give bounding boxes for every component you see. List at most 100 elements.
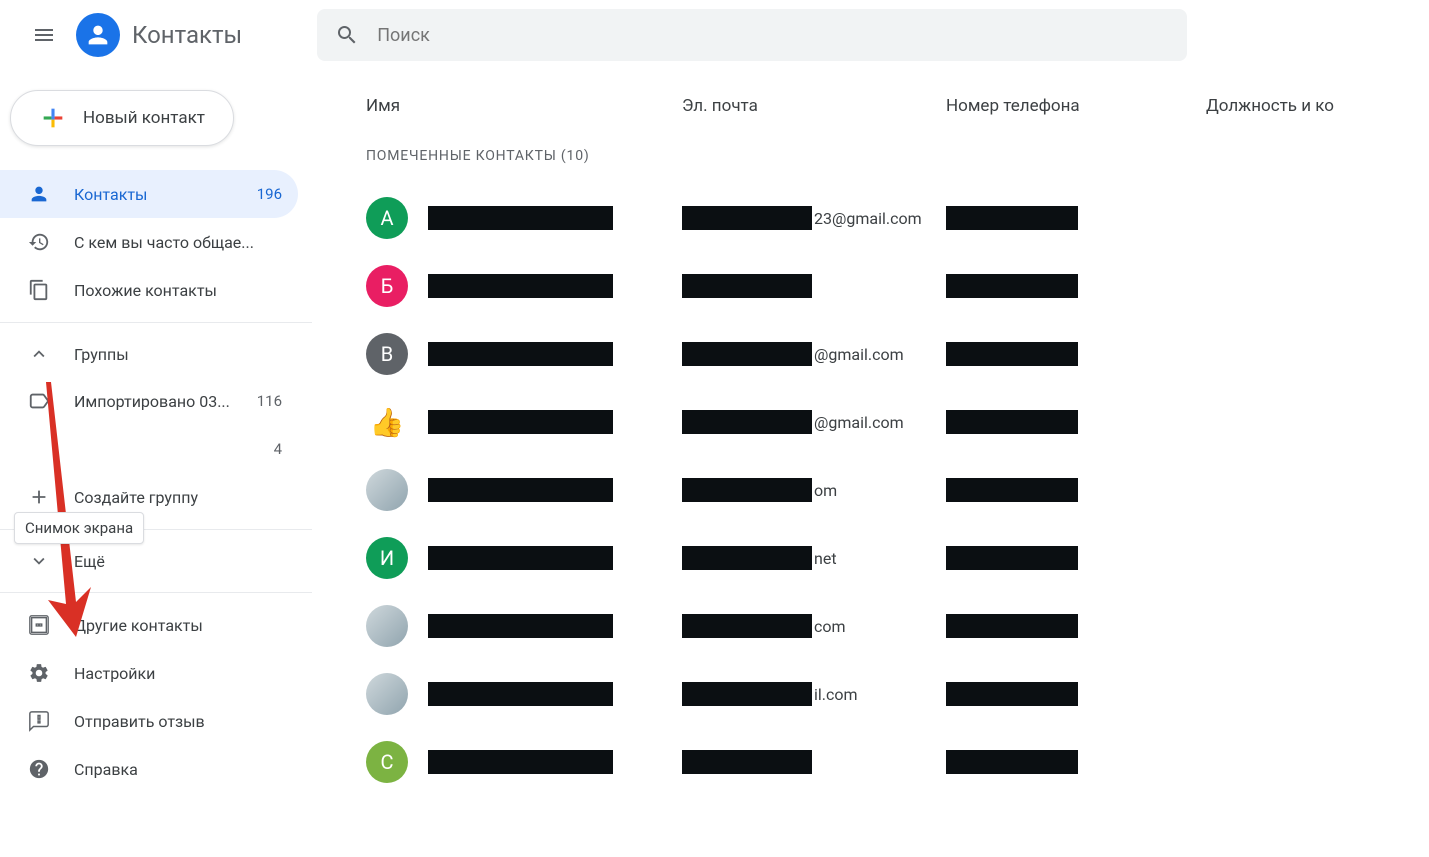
section-title: ПОМЕЧЕННЫЕ КОНТАКТЫ (10) xyxy=(312,128,1429,184)
redacted-phone xyxy=(946,274,1078,298)
sidebar: Новый контакт Контакты 196 С кем вы част… xyxy=(0,70,312,796)
search-icon xyxy=(335,23,359,47)
column-name: Имя xyxy=(312,96,682,116)
column-headers: Имя Эл. почта Номер телефона Должность и… xyxy=(312,84,1429,128)
contact-phone xyxy=(946,342,1206,366)
redacted-email xyxy=(682,682,812,706)
search-input[interactable] xyxy=(377,25,1169,46)
sidebar-item-label: С кем вы часто общае... xyxy=(74,233,282,252)
sidebar-group-item[interactable]: 4 xyxy=(0,425,298,473)
contact-email: @gmail.com xyxy=(682,410,946,434)
contact-email: @gmail.com xyxy=(682,342,946,366)
sidebar-item-help[interactable]: Справка xyxy=(0,745,298,793)
sidebar-item-feedback[interactable]: Отправить отзыв xyxy=(0,697,298,745)
contact-row[interactable]: Иnet xyxy=(312,524,1429,592)
column-email: Эл. почта xyxy=(682,96,946,116)
redacted-name xyxy=(428,478,613,502)
avatar: И xyxy=(366,537,408,579)
app-title: Контакты xyxy=(132,21,242,49)
contact-phone xyxy=(946,478,1206,502)
copy-icon xyxy=(28,279,50,301)
sidebar-item-label: Другие контакты xyxy=(74,616,282,635)
contact-name xyxy=(428,478,682,502)
sidebar-item-contacts[interactable]: Контакты 196 xyxy=(0,170,298,218)
menu-icon[interactable] xyxy=(20,11,68,59)
plus-icon xyxy=(39,104,67,132)
redacted-email xyxy=(682,614,812,638)
redacted-email xyxy=(682,546,812,570)
contact-phone xyxy=(946,546,1206,570)
history-icon xyxy=(28,231,50,253)
sidebar-item-count: 196 xyxy=(257,185,282,203)
avatar xyxy=(366,673,408,715)
help-icon xyxy=(28,758,50,780)
contact-email: com xyxy=(682,614,946,638)
redacted-phone xyxy=(946,546,1078,570)
avatar: 👍 xyxy=(366,401,408,443)
email-suffix: @gmail.com xyxy=(814,413,904,432)
groups-header[interactable]: Группы xyxy=(0,331,312,377)
contact-email: 23@gmail.com xyxy=(682,206,946,230)
sidebar-group-item[interactable]: Импортировано 03... 116 xyxy=(0,377,298,425)
contact-name xyxy=(428,682,682,706)
more-header[interactable]: Ещё xyxy=(0,538,312,584)
redacted-email xyxy=(682,206,812,230)
person-icon xyxy=(28,183,50,205)
search-box[interactable] xyxy=(317,9,1187,61)
contact-phone xyxy=(946,410,1206,434)
email-suffix: @gmail.com xyxy=(814,345,904,364)
column-job: Должность и ко xyxy=(1206,96,1429,116)
sidebar-item-frequent[interactable]: С кем вы часто общае... xyxy=(0,218,298,266)
avatar xyxy=(366,605,408,647)
redacted-phone xyxy=(946,682,1078,706)
contact-name xyxy=(428,750,682,774)
contact-row[interactable]: В @gmail.com xyxy=(312,320,1429,388)
contact-row[interactable]: il.com xyxy=(312,660,1429,728)
sidebar-item-settings[interactable]: Настройки xyxy=(0,649,298,697)
avatar: В xyxy=(366,333,408,375)
sidebar-item-other-contacts[interactable]: Другие контакты xyxy=(0,601,298,649)
email-suffix: om xyxy=(814,481,837,500)
sidebar-item-label: Справка xyxy=(74,760,282,779)
contact-phone xyxy=(946,682,1206,706)
contact-row[interactable]: om xyxy=(312,456,1429,524)
plus-icon xyxy=(28,486,50,508)
new-contact-button[interactable]: Новый контакт xyxy=(10,90,234,146)
contact-name xyxy=(428,274,682,298)
redacted-email xyxy=(682,342,812,366)
more-label: Ещё xyxy=(74,552,105,571)
logo[interactable]: Контакты xyxy=(76,13,242,57)
contact-row[interactable]: Б xyxy=(312,252,1429,320)
divider xyxy=(0,592,312,593)
redacted-phone xyxy=(946,750,1078,774)
contact-row[interactable]: А 23@gmail.com xyxy=(312,184,1429,252)
redacted-email xyxy=(682,410,812,434)
redacted-phone xyxy=(946,614,1078,638)
contact-email: om xyxy=(682,478,946,502)
contact-row[interactable]: С xyxy=(312,728,1429,796)
redacted-name xyxy=(428,614,613,638)
redacted-name xyxy=(428,682,613,706)
redacted-email xyxy=(682,478,812,502)
sidebar-item-similar[interactable]: Похожие контакты xyxy=(0,266,298,314)
avatar: Б xyxy=(366,265,408,307)
sidebar-item-label: Контакты xyxy=(74,185,233,204)
redacted-name xyxy=(428,410,613,434)
redacted-name xyxy=(428,274,613,298)
redacted-name xyxy=(428,750,613,774)
contact-name xyxy=(428,410,682,434)
avatar: С xyxy=(366,741,408,783)
contact-name xyxy=(428,614,682,638)
contact-row[interactable]: 👍 @gmail.com xyxy=(312,388,1429,456)
contact-row[interactable]: com xyxy=(312,592,1429,660)
screenshot-tooltip: Снимок экрана xyxy=(14,512,144,544)
sidebar-item-label: Похожие контакты xyxy=(74,281,282,300)
redacted-phone xyxy=(946,342,1078,366)
avatar: А xyxy=(366,197,408,239)
divider xyxy=(0,322,312,323)
redacted-phone xyxy=(946,206,1078,230)
redacted-phone xyxy=(946,478,1078,502)
contact-name xyxy=(428,206,682,230)
sidebar-item-label: Отправить отзыв xyxy=(74,712,282,731)
contact-list: А 23@gmail.com БВ @gmail.com 👍 @gmail.com om Иn… xyxy=(312,184,1429,796)
